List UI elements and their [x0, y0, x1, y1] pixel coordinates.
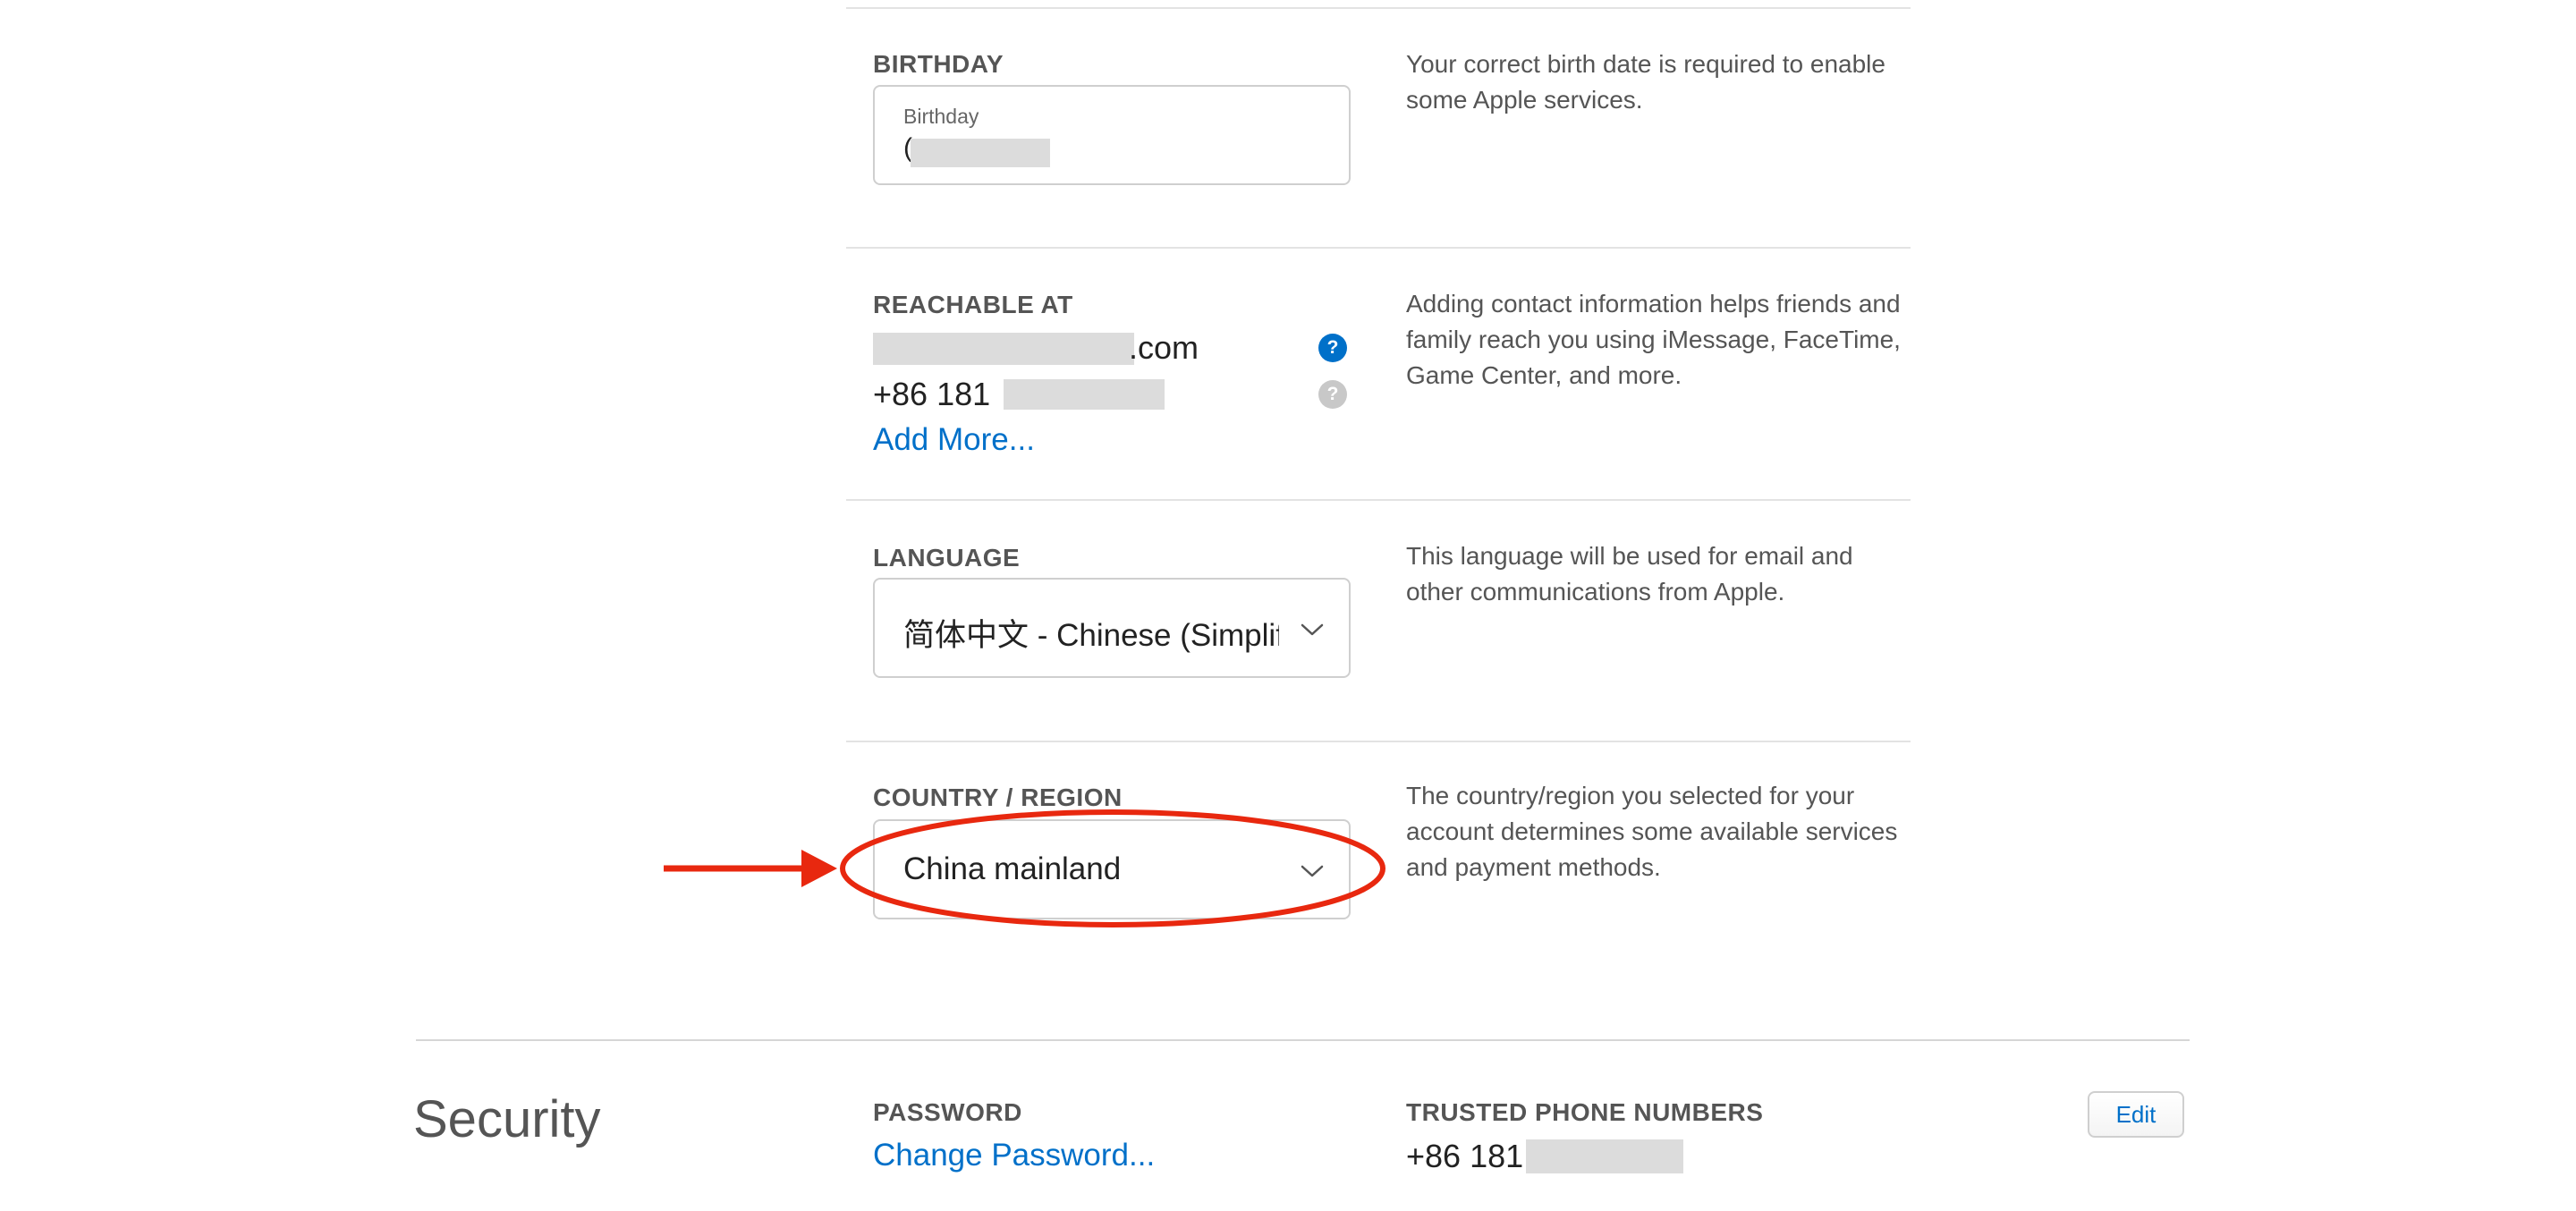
trusted-phone-redacted	[1526, 1139, 1683, 1173]
divider-security	[416, 1039, 2190, 1041]
annotation-overlay	[664, 809, 1385, 927]
security-heading: Security	[413, 1090, 601, 1148]
trusted-phone-prefix: +86 181	[1406, 1138, 1524, 1174]
arrow-right-icon	[664, 850, 837, 887]
trusted-phones-label: TRUSTED PHONE NUMBERS	[1406, 1098, 1764, 1126]
change-password-link[interactable]: Change Password...	[873, 1138, 1155, 1173]
ellipse-highlight	[840, 809, 1385, 927]
password-label: PASSWORD	[873, 1098, 1022, 1126]
edit-button[interactable]: Edit	[2088, 1091, 2184, 1138]
